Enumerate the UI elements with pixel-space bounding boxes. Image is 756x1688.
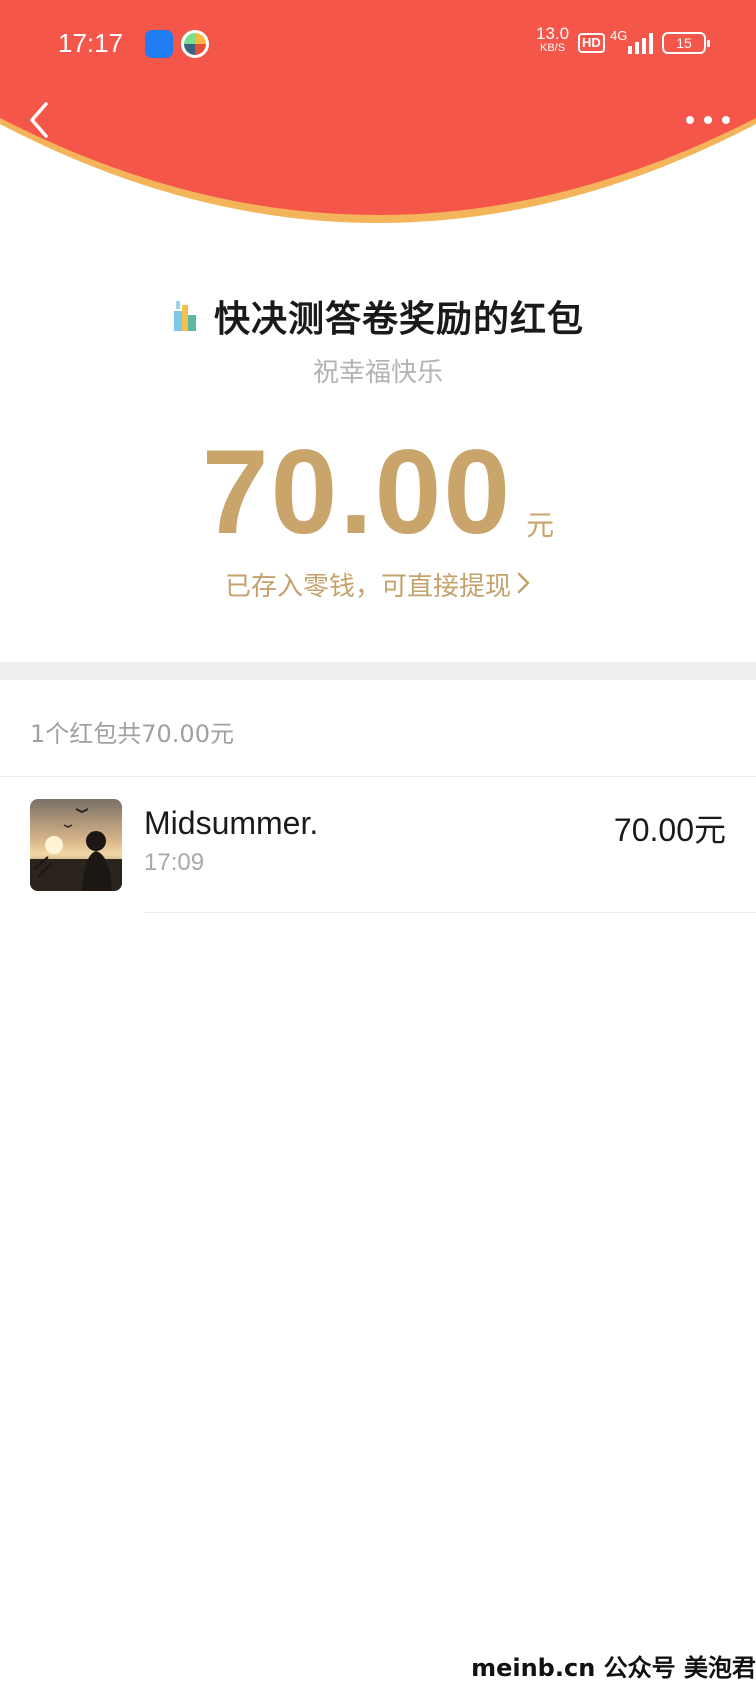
stored-text: 已存入零钱，可直接提现: [224, 572, 511, 602]
chevron-right-icon: [517, 572, 530, 594]
more-button[interactable]: [680, 100, 736, 140]
network-speed-value: 13.0: [536, 24, 570, 43]
app-notification-icon-2: [181, 30, 209, 58]
stored-to-wallet-link[interactable]: 已存入零钱，可直接提现: [0, 566, 756, 603]
hd-badge: HD: [578, 33, 605, 53]
packet-title-row: 快决测答卷奖励的红包: [0, 290, 756, 342]
status-bar: 17:17 13.0 KB/S HD 4G 15: [0, 0, 756, 90]
section-divider: [0, 662, 756, 680]
network-speed-unit: KB/S: [540, 42, 566, 54]
more-dot: [686, 116, 694, 124]
avatar-image: [30, 799, 122, 891]
sender-logo-icon: [173, 301, 196, 331]
packet-summary: 1个红包共70.00元: [30, 720, 234, 748]
more-dot: [704, 116, 712, 124]
network-type: 4G: [610, 28, 628, 43]
battery-icon: 15: [662, 32, 710, 54]
amount-unit: 元: [526, 509, 555, 542]
list-item[interactable]: Midsummer. 17:09 70.00元: [0, 777, 756, 913]
status-time: 17:17: [58, 28, 124, 58]
receive-time: 17:09: [144, 849, 205, 876]
packet-amount: 70.00: [201, 425, 513, 559]
watermark-text: meinb.cn 公众号 美泡君: [471, 1654, 756, 1682]
back-button[interactable]: [20, 98, 64, 142]
amount-row: 70.00 元: [0, 432, 756, 552]
avatar: [30, 799, 122, 891]
network-speed: 13.0 KB/S: [536, 24, 570, 55]
chevron-left-icon: [30, 102, 48, 138]
more-dot: [722, 116, 730, 124]
record-amount: 70.00元: [613, 812, 726, 848]
app-notification-icon: [145, 30, 173, 58]
packet-blessing: 祝幸福快乐: [312, 358, 443, 388]
sender-name: Midsummer.: [144, 805, 319, 841]
divider-line: [144, 912, 756, 913]
signal-icon: [628, 33, 653, 54]
packet-title: 快决测答卷奖励的红包: [213, 299, 584, 340]
